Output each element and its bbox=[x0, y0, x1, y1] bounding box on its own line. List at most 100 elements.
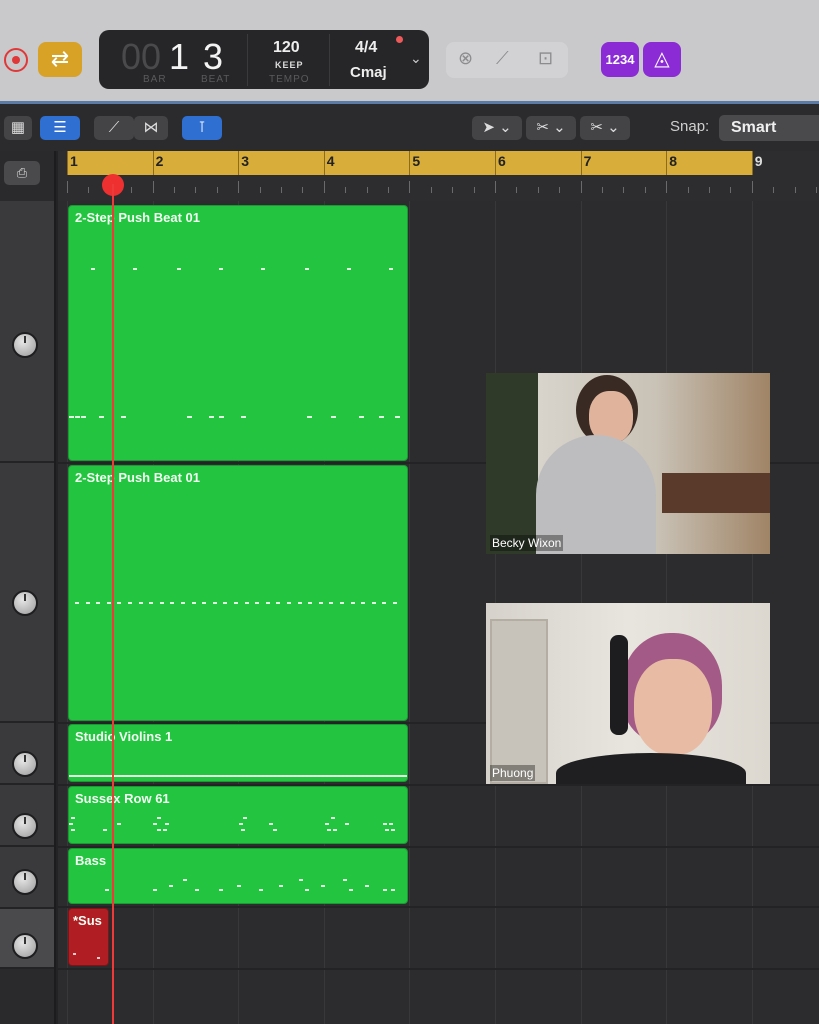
region[interactable]: 2-Step Push Beat 01 bbox=[68, 205, 408, 461]
volume-knob[interactable] bbox=[12, 590, 38, 616]
note bbox=[391, 889, 395, 891]
ruler-tick bbox=[751, 181, 753, 193]
region[interactable]: Sussex Row 61 bbox=[68, 786, 408, 844]
note bbox=[385, 829, 389, 831]
ruler-tick bbox=[88, 187, 90, 193]
note bbox=[383, 823, 387, 825]
note bbox=[128, 602, 132, 604]
pointer-tool-menu[interactable]: ➤ ⌄ bbox=[472, 116, 522, 140]
note bbox=[321, 885, 325, 887]
catch-button[interactable]: ⊺ bbox=[182, 116, 222, 140]
secondary-tool-menu[interactable]: ✂ ⌄ bbox=[580, 116, 630, 140]
bar-line bbox=[666, 151, 668, 175]
participant-name: Becky Wixon bbox=[490, 535, 564, 551]
replace-mode-icon[interactable]: ⊗ bbox=[458, 48, 473, 69]
snap-select[interactable]: Smart bbox=[719, 115, 819, 141]
track-header[interactable] bbox=[0, 785, 54, 847]
lcd-beat-label: BEAT bbox=[201, 74, 231, 85]
note bbox=[223, 602, 227, 604]
playhead[interactable] bbox=[112, 184, 114, 1024]
region[interactable]: Bass bbox=[68, 848, 408, 904]
region[interactable]: *Sus bbox=[68, 908, 109, 966]
tuner-icon[interactable]: ⟋ bbox=[496, 48, 509, 69]
volume-knob[interactable] bbox=[12, 332, 38, 358]
ruler-tick bbox=[537, 187, 539, 193]
arrange-area[interactable]: 2-Step Push Beat 01 2-Step Push Beat 01 … bbox=[58, 201, 819, 1024]
region[interactable]: Studio Violins 1 bbox=[68, 724, 408, 782]
automation-button[interactable]: ⟋ bbox=[94, 116, 134, 140]
grid-line bbox=[409, 201, 411, 1024]
video-tile[interactable]: Becky Wixon bbox=[486, 373, 770, 554]
lcd-beat: 3 bbox=[203, 36, 224, 77]
note bbox=[139, 602, 143, 604]
video-tile[interactable]: Phuong bbox=[486, 603, 770, 784]
ruler-tick bbox=[281, 187, 282, 193]
note bbox=[183, 879, 187, 881]
guitar-image bbox=[662, 473, 770, 513]
note bbox=[81, 416, 86, 418]
track-header[interactable] bbox=[0, 909, 54, 969]
note bbox=[181, 602, 185, 604]
note bbox=[177, 268, 181, 270]
download-button[interactable]: ⎙ bbox=[4, 161, 40, 185]
note bbox=[219, 416, 224, 418]
note bbox=[329, 602, 333, 604]
ruler-tick bbox=[687, 187, 689, 193]
ruler-tick bbox=[730, 187, 732, 193]
bar-number: 5 bbox=[412, 153, 421, 169]
control-bar: ⇄ 00 1 3 BAR BEAT 120 KEEP TEMPO 4/4 Cma… bbox=[0, 0, 819, 104]
chevron-down-icon[interactable]: ⌄ bbox=[410, 50, 422, 67]
note bbox=[361, 602, 365, 604]
note bbox=[149, 602, 153, 604]
note bbox=[389, 268, 393, 270]
track-header[interactable] bbox=[0, 463, 54, 723]
tracks-view-button[interactable]: ☰ bbox=[40, 116, 80, 140]
record-button[interactable] bbox=[4, 48, 28, 72]
note bbox=[395, 416, 400, 418]
note bbox=[157, 829, 161, 831]
note bbox=[391, 829, 395, 831]
cycle-button[interactable]: ⇄ bbox=[38, 42, 82, 77]
ruler-tick bbox=[174, 187, 175, 193]
note bbox=[351, 602, 355, 604]
lcd-bar: 1 bbox=[169, 36, 190, 77]
metronome-button[interactable]: ◬ bbox=[643, 42, 681, 77]
note bbox=[389, 823, 393, 825]
scissors-icon: ✂ ⌄ bbox=[536, 119, 566, 136]
note bbox=[255, 602, 259, 604]
region-name: *Sus bbox=[73, 913, 102, 928]
note bbox=[241, 829, 245, 831]
track-separator bbox=[58, 906, 819, 908]
flex-button[interactable]: ⋈ bbox=[134, 116, 168, 140]
ruler-tick bbox=[644, 187, 646, 193]
volume-knob[interactable] bbox=[12, 869, 38, 895]
ruler-tick bbox=[366, 187, 368, 193]
grid-view-button[interactable]: ▦ bbox=[4, 116, 32, 140]
count-in-button[interactable]: 1234 bbox=[601, 42, 639, 77]
note bbox=[219, 268, 223, 270]
note bbox=[261, 268, 265, 270]
lcd-display[interactable]: 00 1 3 BAR BEAT 120 KEEP TEMPO 4/4 Cmaj bbox=[99, 30, 429, 89]
volume-knob[interactable] bbox=[12, 751, 38, 777]
scissors-tool-menu[interactable]: ✂ ⌄ bbox=[526, 116, 576, 140]
note bbox=[333, 829, 337, 831]
volume-knob[interactable] bbox=[12, 813, 38, 839]
region[interactable]: 2-Step Push Beat 01 bbox=[68, 465, 408, 721]
track-header[interactable] bbox=[0, 723, 54, 785]
track-header[interactable] bbox=[0, 201, 54, 463]
bar-line bbox=[751, 151, 753, 175]
note bbox=[259, 889, 263, 891]
note bbox=[305, 889, 309, 891]
note bbox=[192, 602, 196, 604]
volume-knob[interactable] bbox=[12, 933, 38, 959]
note bbox=[331, 416, 336, 418]
note bbox=[160, 602, 164, 604]
track-header[interactable] bbox=[0, 847, 54, 909]
person-shirt bbox=[556, 753, 746, 784]
ruler-tick bbox=[302, 187, 304, 193]
lcd-bar-dim: 00 bbox=[121, 36, 162, 77]
ruler[interactable]: 1 2 3 4 5 6 7 8 9 bbox=[58, 151, 819, 201]
note bbox=[71, 829, 75, 831]
solo-icon[interactable]: ⊡ bbox=[538, 48, 553, 69]
note bbox=[349, 889, 353, 891]
